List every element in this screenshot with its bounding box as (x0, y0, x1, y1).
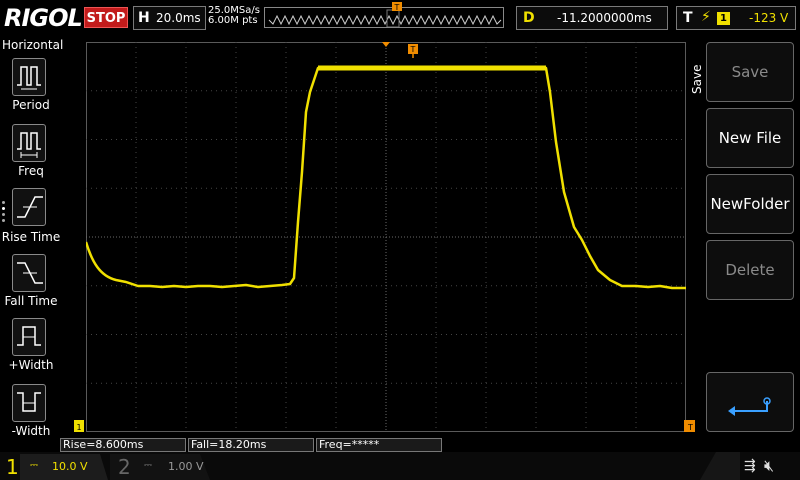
memory-position-strip[interactable] (264, 7, 504, 28)
freq-button[interactable] (12, 124, 46, 162)
memory-depth: 6.00M pts (208, 15, 258, 26)
new-folder-button[interactable]: NewFolder (706, 174, 794, 234)
ch2-number[interactable]: 2 (118, 455, 131, 479)
panel-title-save: Save (690, 64, 704, 94)
ch2-coupling-icon: ⎓ (144, 460, 152, 471)
acquisition-info: 25.0MSa/s 6.00M pts (208, 6, 260, 26)
panel-title-horizontal: Horizontal (2, 38, 64, 52)
trigger-position-marker: T (392, 2, 402, 12)
negative-width-icon (17, 392, 41, 412)
rise-time-button[interactable] (12, 188, 46, 226)
page-indicator (2, 198, 5, 225)
sound-muted-icon[interactable]: 🔇︎ (764, 456, 774, 476)
delay-readout[interactable]: D -11.2000000ms (516, 6, 668, 30)
return-button[interactable] (706, 372, 794, 432)
return-arrow-icon (728, 397, 771, 416)
svg-text:T: T (687, 423, 693, 432)
period-button[interactable] (12, 58, 46, 96)
delay-value: -11.2000000ms (557, 11, 652, 25)
timebase-label: H (138, 10, 150, 26)
positive-width-icon (17, 326, 41, 346)
rising-edge-icon: ⚡ (701, 9, 711, 25)
ch1-ground-marker[interactable]: 1 (74, 420, 86, 434)
ch2-scale[interactable]: 1.00 V (168, 460, 204, 473)
period-icon (17, 66, 41, 90)
delay-label: D (523, 10, 535, 26)
svg-text:T: T (410, 45, 416, 54)
rise-measurement[interactable]: Rise=8.600ms (60, 438, 186, 452)
ch1-scale[interactable]: 10.0 V (52, 460, 88, 473)
timebase-value: 20.0ms (156, 11, 201, 25)
save-button[interactable]: Save (706, 42, 794, 102)
waveform-display[interactable]: T (86, 42, 686, 432)
fall-time-icon (17, 262, 43, 284)
run-stop-status[interactable]: STOP (84, 7, 128, 28)
fall-time-label: Fall Time (4, 294, 58, 308)
freq-label: Freq (18, 164, 44, 178)
positive-width-button[interactable] (12, 318, 46, 356)
dc-coupling-icon: ⎓ (30, 460, 38, 471)
fall-measurement[interactable]: Fall=18.20ms (188, 438, 314, 452)
negative-width-label: -Width (11, 424, 51, 438)
ch1-number[interactable]: 1 (6, 455, 19, 479)
new-file-button[interactable]: New File (706, 108, 794, 168)
trigger-level: -123 V (749, 11, 789, 25)
trigger-source-badge: 1 (717, 12, 730, 25)
timebase-readout[interactable]: H 20.0ms (133, 6, 206, 30)
rise-time-icon (17, 196, 43, 218)
positive-width-label: +Width (8, 358, 54, 372)
trigger-label: T (683, 10, 693, 26)
negative-width-button[interactable] (12, 384, 46, 422)
rise-time-label: Rise Time (1, 230, 61, 244)
status-tab-bg (700, 452, 740, 480)
svg-text:1: 1 (76, 423, 81, 432)
usb-icon: ⇶ (744, 458, 756, 474)
freq-icon (17, 132, 41, 158)
trigger-level-edge-marker[interactable]: T (686, 420, 696, 434)
freq-measurement[interactable]: Freq=***** (316, 438, 442, 452)
trigger-readout[interactable]: T ⚡ 1 -123 V (676, 6, 796, 30)
fall-time-button[interactable] (12, 254, 46, 292)
svg-text:T: T (394, 3, 400, 12)
delete-button[interactable]: Delete (706, 240, 794, 300)
rigol-logo: RIGOL (4, 4, 83, 32)
period-label: Period (12, 98, 50, 112)
